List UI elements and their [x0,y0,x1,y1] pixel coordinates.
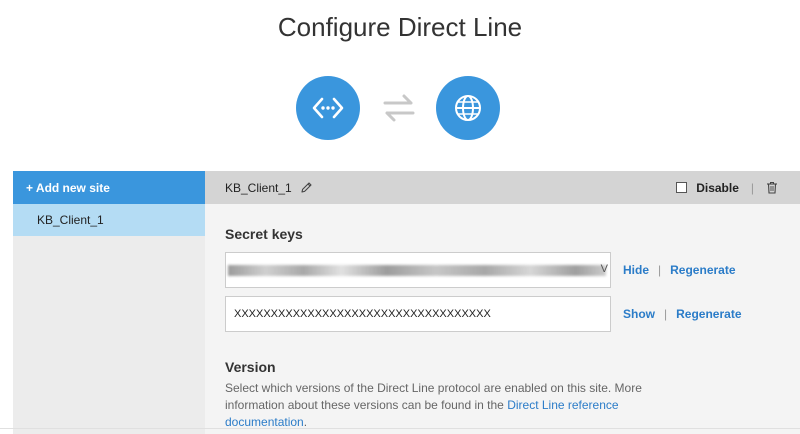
edit-pencil-icon[interactable] [300,181,313,194]
page-title: Configure Direct Line [277,12,523,42]
header-divider: | [750,180,754,195]
regenerate-key-1-link[interactable]: Regenerate [670,263,735,277]
code-brackets-icon [296,76,360,140]
sites-sidebar: + Add new site KB_Client_1 [13,171,205,434]
secret-key-2-actions: Show | Regenerate [623,307,742,321]
site-details: KB_Client_1 Disable | Secret keys V Hide… [205,171,800,434]
sidebar-item-label: KB_Client_1 [37,213,104,227]
site-config-panel: + Add new site KB_Client_1 KB_Client_1 D… [13,171,800,434]
show-key-link[interactable]: Show [623,307,655,321]
hide-key-link[interactable]: Hide [623,263,649,277]
trash-icon[interactable] [766,181,778,194]
sidebar-item-site[interactable]: KB_Client_1 [13,204,205,236]
secret-key-2-value: XXXXXXXXXXXXXXXXXXXXXXXXXXXXXXXXXXX [234,308,491,320]
swap-arrows-icon [381,90,417,126]
regenerate-key-2-link[interactable]: Regenerate [676,307,741,321]
secret-keys-title: Secret keys [225,226,303,242]
version-desc-end: . [303,415,308,429]
actions-divider: | [664,307,668,321]
secret-key-1-tail: V [600,263,608,275]
redacted-key [228,265,606,276]
secret-key-2-field[interactable]: XXXXXXXXXXXXXXXXXXXXXXXXXXXXXXXXXXX [225,296,611,332]
disable-checkbox[interactable] [676,182,688,193]
actions-divider: | [658,263,662,277]
globe-icon [436,76,500,140]
site-header: KB_Client_1 Disable | [205,171,800,204]
secret-key-1-field[interactable]: V [225,252,611,288]
divider [0,428,800,429]
version-description: Select which versions of the Direct Line… [225,380,665,431]
site-name: KB_Client_1 [225,180,292,195]
secret-key-1-actions: Hide | Regenerate [623,263,736,277]
connector-graphic [0,76,800,142]
add-new-site-button[interactable]: + Add new site [13,171,205,204]
version-title: Version [225,359,276,375]
disable-label: Disable [696,180,739,195]
